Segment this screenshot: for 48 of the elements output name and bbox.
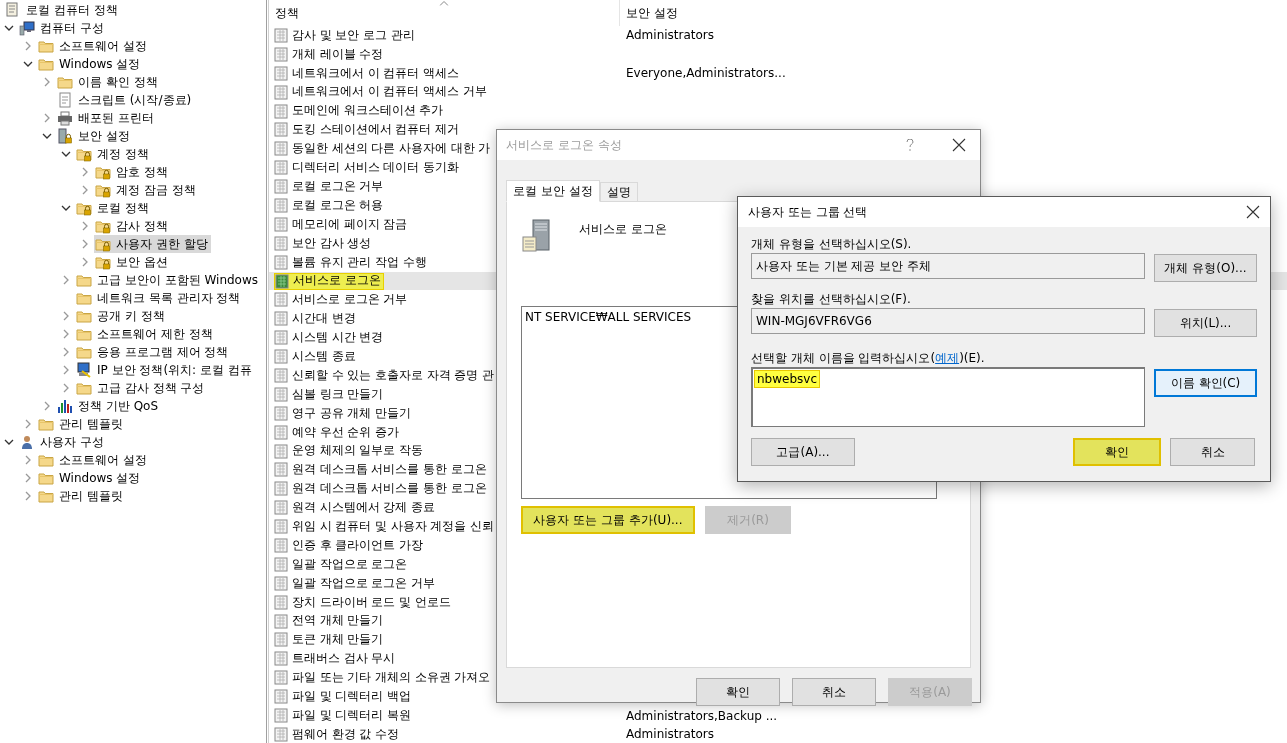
field-label: 선택할 개체 이름을 입력하십시오(예제)(E). bbox=[751, 350, 986, 367]
table-cell-text: Administrators bbox=[626, 726, 715, 743]
table-cell: 파일 또는 기타 개체의 소유권 가져오 bbox=[292, 669, 491, 687]
table-cell: 트래버스 검사 무시 bbox=[292, 650, 396, 668]
table-cell-text: 파일 및 디렉터리 복원 bbox=[292, 706, 411, 724]
table-cell: 동일한 세션의 다른 사용자에 대한 가 bbox=[292, 140, 491, 158]
table-cell: 일괄 작업으로 로그온 bbox=[292, 555, 408, 573]
table-cell-text: 로컬 로그온 허용 bbox=[292, 196, 384, 214]
table-cell: 서비스로 로그온 bbox=[293, 272, 381, 290]
table-cell: 심볼 링크 만들기 bbox=[292, 385, 384, 403]
table-cell: 보안 감사 생성 bbox=[292, 234, 372, 252]
table-cell: 영구 공유 개체 만들기 bbox=[292, 404, 411, 422]
table-cell-text: 감사 및 보안 로그 관리 bbox=[292, 26, 415, 44]
table-cell: 원격 시스템에서 강제 종료 bbox=[292, 499, 435, 517]
table-cell-text: 시스템 종료 bbox=[292, 347, 356, 365]
table-cell: 네트워크에서 이 컴퓨터 액세스 bbox=[292, 64, 459, 82]
window-title: 사용자 또는 그룹 선택 bbox=[748, 204, 869, 221]
table-cell-text: Administrators,Backup ... bbox=[626, 707, 778, 725]
field-label: 찾을 위치를 선택하십시오(F). bbox=[751, 291, 912, 308]
table-cell: 예약 우선 순위 증가 bbox=[292, 423, 399, 441]
table-cell-text: 위임 시 컴퓨터 및 사용자 계정을 신뢰 bbox=[292, 517, 494, 535]
table-cell: 디렉터리 서비스 데이터 동기화 bbox=[292, 159, 459, 177]
table-cell: 도킹 스테이션에서 컴퓨터 제거 bbox=[292, 121, 459, 139]
table-cell: 시간대 변경 bbox=[292, 310, 356, 328]
table-cell: 원격 데스크톱 서비스를 통한 로그온 bbox=[292, 461, 487, 479]
table-cell: 서비스로 로그온 거부 bbox=[292, 291, 408, 309]
table-cell-text: Everyone,Administrators... bbox=[626, 65, 786, 83]
policy-title: 서비스로 로그온 bbox=[579, 221, 667, 238]
table-cell: 펌웨어 환경 값 수정 bbox=[292, 725, 399, 743]
table-cell: 장치 드라이버 로드 및 언로드 bbox=[292, 593, 451, 611]
table-cell: 개체 레이블 수정 bbox=[292, 45, 384, 63]
table-cell: 원격 데스크톱 서비스를 통한 로그온 bbox=[292, 480, 487, 498]
table-cell: 토큰 개체 만들기 bbox=[292, 631, 384, 649]
table-cell: 운영 체제의 일부로 작동 bbox=[292, 442, 423, 460]
field-label: 개체 유형을 선택하십시오(S). bbox=[751, 236, 913, 253]
table-cell-text: Administrators bbox=[626, 27, 715, 45]
table-cell: 전역 개체 만들기 bbox=[292, 612, 384, 630]
table-cell-text: 인증 후 클라이언트 가장 bbox=[292, 536, 423, 554]
table-cell: 시스템 시간 변경 bbox=[292, 329, 384, 347]
table-cell-text: 로컬 로그온 거부 bbox=[292, 177, 384, 195]
window-title: 서비스로 로그온 속성 bbox=[506, 137, 623, 154]
table-cell-text: 신뢰할 수 있는 호출자로 자격 증명 관 bbox=[292, 366, 494, 384]
table-cell: 도메인에 워크스테이션 추가 bbox=[292, 102, 444, 120]
table-cell: 볼륨 유지 관리 작업 수행 bbox=[292, 253, 427, 271]
table-cell-text: 파일 및 디렉터리 백업 bbox=[292, 688, 411, 705]
table-cell: 메모리에 페이지 잠금 bbox=[292, 215, 408, 233]
table-cell: 일괄 작업으로 로그온 거부 bbox=[292, 574, 435, 592]
table-cell: 네트워크에서 이 컴퓨터 액세스 거부 bbox=[292, 83, 487, 101]
